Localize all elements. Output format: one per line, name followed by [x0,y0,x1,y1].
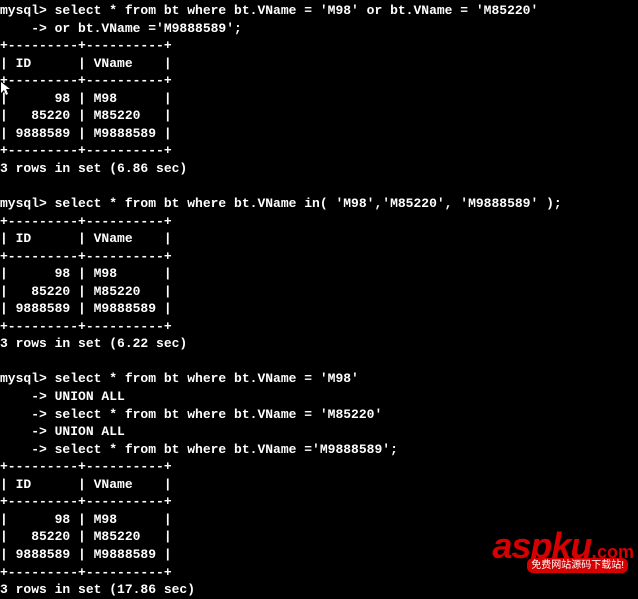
watermark-logo: aspku . com 免费网站源码下载站! [492,522,634,571]
table-divider: +---------+----------+ [0,458,638,476]
table-header: | ID | VName | [0,230,638,248]
logo-subtitle: 免费网站源码下载站! [527,558,628,574]
table-row: | 9888589 | M9888589 | [0,300,638,318]
table-header: | ID | VName | [0,55,638,73]
sql-prompt-line: mysql> select * from bt where bt.VName =… [0,370,638,388]
table-row: | 9888589 | M9888589 | [0,125,638,143]
sql-prompt-line: -> select * from bt where bt.VName ='M98… [0,441,638,459]
result-footer: 3 rows in set (6.22 sec) [0,335,638,353]
table-divider: +---------+----------+ [0,493,638,511]
table-divider: +---------+----------+ [0,213,638,231]
sql-prompt-line: -> select * from bt where bt.VName = 'M8… [0,406,638,424]
sql-prompt-line: mysql> select * from bt where bt.VName =… [0,2,638,20]
cursor-icon [0,81,12,104]
table-header: | ID | VName | [0,476,638,494]
sql-prompt-line: -> UNION ALL [0,423,638,441]
table-divider: +---------+----------+ [0,37,638,55]
table-row: | 85220 | M85220 | [0,283,638,301]
sql-prompt-line: mysql> select * from bt where bt.VName i… [0,195,638,213]
result-footer: 3 rows in set (6.86 sec) [0,160,638,178]
table-divider: +---------+----------+ [0,318,638,336]
table-row: | 98 | M98 | [0,90,638,108]
terminal-output: mysql> select * from bt where bt.VName =… [0,2,638,599]
table-divider: +---------+----------+ [0,142,638,160]
blank-line [0,353,638,371]
blank-line [0,177,638,195]
sql-prompt-line: -> UNION ALL [0,388,638,406]
table-row: | 98 | M98 | [0,265,638,283]
result-footer: 3 rows in set (17.86 sec) [0,581,638,599]
table-divider: +---------+----------+ [0,248,638,266]
sql-prompt-line: -> or bt.VName ='M9888589'; [0,20,638,38]
table-row: | 85220 | M85220 | [0,107,638,125]
table-divider: +---------+----------+ [0,72,638,90]
